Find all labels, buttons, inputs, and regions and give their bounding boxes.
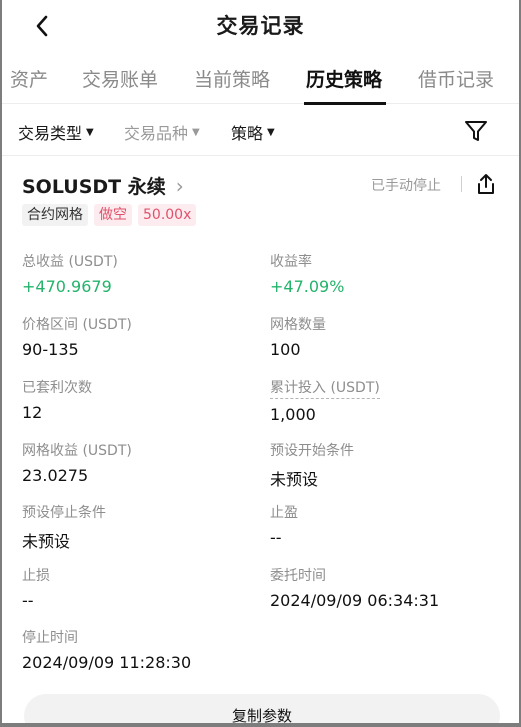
stat-value: 90-135 [22, 340, 79, 359]
stat-value: -- [22, 591, 34, 610]
grid-type-tag: 合约网格 [22, 204, 88, 226]
leverage-tag: 50.00x [138, 204, 197, 226]
stat-stop-loss: 止损 -- [22, 565, 50, 610]
filter-bar: 交易类型 ▼ 交易品种 ▼ 策略 ▼ [2, 104, 519, 156]
direction-tag: 做空 [94, 204, 132, 226]
stat-label: 累计投入 (USDT) [270, 377, 380, 399]
caret-down-icon: ▼ [86, 126, 94, 138]
stat-value: 100 [270, 340, 301, 359]
stat-value: 未预设 [270, 470, 319, 489]
trade-product-filter-label: 交易品种 [124, 124, 189, 143]
stat-value: 未预设 [22, 532, 71, 551]
stat-price-range: 价格区间 (USDT) 90-135 [22, 314, 132, 359]
stat-value: 2024/09/09 11:28:30 [22, 653, 192, 672]
tag-list: 合约网格 做空 50.00x [22, 204, 197, 226]
stat-preset-start-condition: 预设开始条件 未预设 [270, 440, 354, 490]
stat-value: 1,000 [270, 405, 316, 424]
share-button[interactable] [475, 172, 497, 196]
tab-bar: 资产 交易账单 当前策略 历史策略 借币记录 [2, 52, 519, 104]
stat-label: 预设开始条件 [270, 443, 354, 459]
divider [461, 176, 462, 192]
screen: 交易记录 资产 交易账单 当前策略 历史策略 借币记录 交易类型 ▼ 交易品种 … [2, 0, 519, 723]
stat-value: 23.0275 [22, 466, 89, 485]
strategy-filter[interactable]: 策略 ▼ [231, 120, 275, 144]
stat-label: 停止时间 [22, 630, 78, 646]
stat-value: 12 [22, 403, 43, 422]
filter-button[interactable] [463, 118, 489, 144]
stat-label: 止损 [22, 568, 50, 584]
stat-label: 止盈 [270, 505, 298, 521]
stat-label: 价格区间 (USDT) [22, 317, 132, 333]
tab-current-strategy[interactable]: 当前策略 [194, 65, 270, 92]
tab-assets[interactable]: 资产 [10, 65, 48, 92]
trade-product-filter[interactable]: 交易品种 ▼ [124, 120, 200, 144]
stat-return-rate: 收益率 +47.09% [270, 251, 344, 296]
caret-down-icon: ▼ [192, 126, 200, 138]
stat-arbitrage-count: 已套利次数 12 [22, 377, 92, 422]
stat-label: 已套利次数 [22, 380, 92, 396]
status-text: 已手动停止 [371, 178, 441, 194]
stat-value: -- [270, 528, 282, 547]
strategy-filter-label: 策略 [231, 124, 264, 143]
tab-borrow-records[interactable]: 借币记录 [418, 65, 494, 92]
stat-grid-profit: 网格收益 (USDT) 23.0275 [22, 440, 132, 485]
tab-transaction-bills[interactable]: 交易账单 [82, 65, 158, 92]
stat-stop-time: 停止时间 2024/09/09 11:28:30 [22, 627, 191, 672]
stat-preset-stop-condition: 预设停止条件 未预设 [22, 502, 106, 552]
stat-label: 收益率 [270, 254, 312, 270]
stat-value: +47.09% [270, 277, 345, 296]
stat-label: 网格收益 (USDT) [22, 443, 132, 459]
trade-type-filter-label: 交易类型 [18, 124, 83, 143]
stat-order-time: 委托时间 2024/09/09 06:34:31 [270, 565, 439, 610]
header: 交易记录 [2, 0, 519, 52]
stat-take-profit: 止盈 -- [270, 502, 298, 547]
trade-type-filter[interactable]: 交易类型 ▼ [18, 120, 94, 144]
tab-history-strategy[interactable]: 历史策略 [306, 65, 382, 92]
symbol-link[interactable]: SOLUSDT 永续 › [22, 172, 184, 199]
stat-grid-count: 网格数量 100 [270, 314, 326, 359]
copy-parameters-button[interactable]: 复制参数 [24, 694, 500, 723]
stat-label: 网格数量 [270, 317, 326, 333]
stat-label: 总收益 (USDT) [22, 254, 118, 270]
stat-value: 2024/09/09 06:34:31 [270, 591, 440, 610]
symbol-name: SOLUSDT 永续 [22, 176, 166, 198]
stat-label: 委托时间 [270, 568, 326, 584]
stat-total-profit: 总收益 (USDT) +470.9679 [22, 251, 118, 296]
filter-funnel-icon [465, 121, 487, 141]
page-title: 交易记录 [216, 14, 305, 38]
stat-label: 预设停止条件 [22, 505, 106, 521]
stat-value: +470.9679 [22, 277, 112, 296]
share-icon [478, 174, 494, 194]
stat-total-investment[interactable]: 累计投入 (USDT) 1,000 [270, 377, 380, 424]
caret-down-icon: ▼ [267, 126, 275, 138]
chevron-right-icon: › [175, 173, 184, 198]
